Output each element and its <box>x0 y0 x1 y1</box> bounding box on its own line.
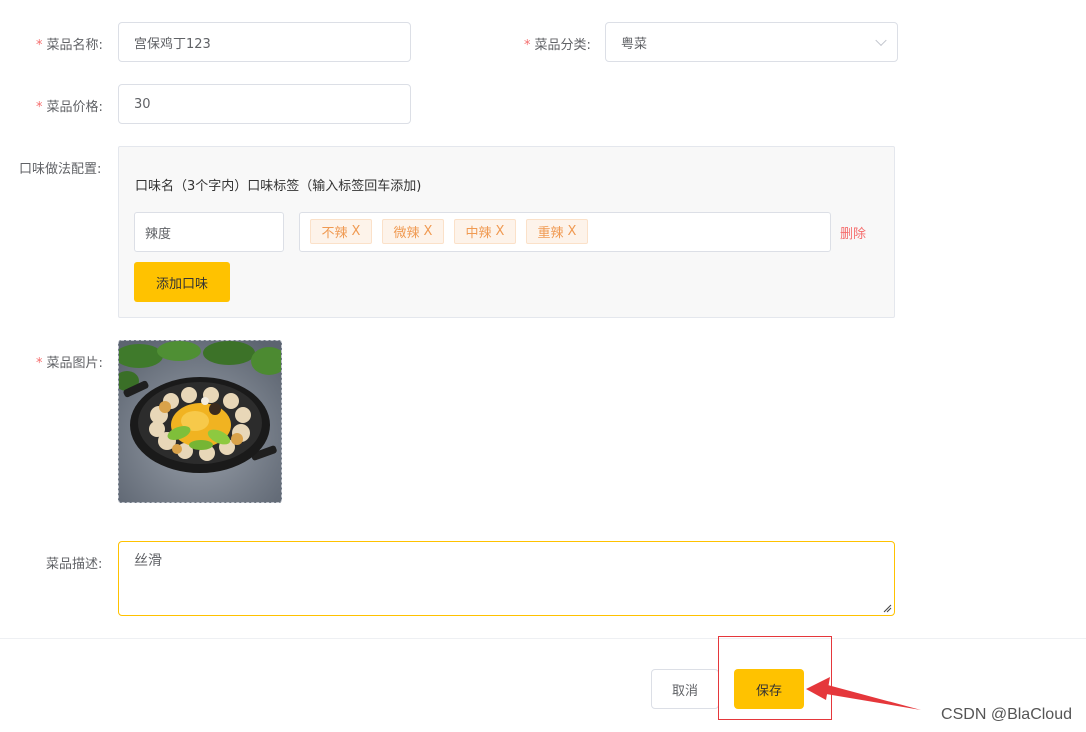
watermark: CSDN @BlaCloud <box>941 706 1072 723</box>
annotation-arrow-icon <box>806 677 921 710</box>
